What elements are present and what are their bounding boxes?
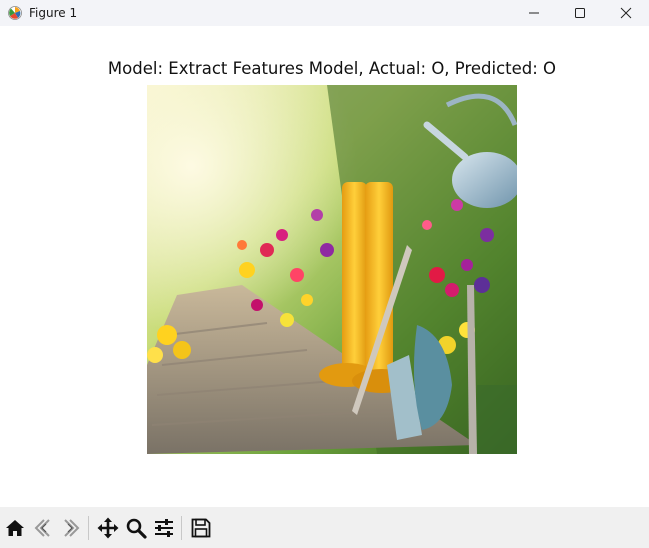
zoom-icon [126,518,147,539]
garden-photo [147,85,517,454]
close-icon [620,7,632,19]
pan-icon [97,517,119,538]
save-icon [191,518,211,537]
toolbar-separator [181,515,182,540]
window-controls [511,0,649,26]
forward-button[interactable] [58,513,84,543]
configure-subplots-icon [155,518,173,537]
figure-window: Figure 1 Model: Extract Features Model, … [0,0,649,548]
window-title: Figure 1 [29,6,78,20]
configure-subplots-button[interactable] [151,513,177,543]
image-axes[interactable] [147,85,517,454]
save-button[interactable] [188,513,214,543]
home-icon [6,519,24,536]
matplotlib-icon [8,6,22,20]
minimize-icon [529,12,539,14]
forward-icon [64,518,80,537]
close-button[interactable] [603,0,649,26]
back-icon [34,518,50,537]
maximize-icon [575,8,585,18]
home-button[interactable] [2,513,28,543]
toolbar-separator [88,515,89,540]
minimize-button[interactable] [511,0,557,26]
plot-title: Model: Extract Features Model, Actual: O… [107,59,557,78]
maximize-button[interactable] [557,0,603,26]
navigation-toolbar [0,507,649,548]
zoom-button[interactable] [123,513,149,543]
figure-canvas[interactable]: Model: Extract Features Model, Actual: O… [0,26,649,507]
pan-button[interactable] [95,513,121,543]
title-bar[interactable]: Figure 1 [0,0,649,26]
back-button[interactable] [30,513,56,543]
